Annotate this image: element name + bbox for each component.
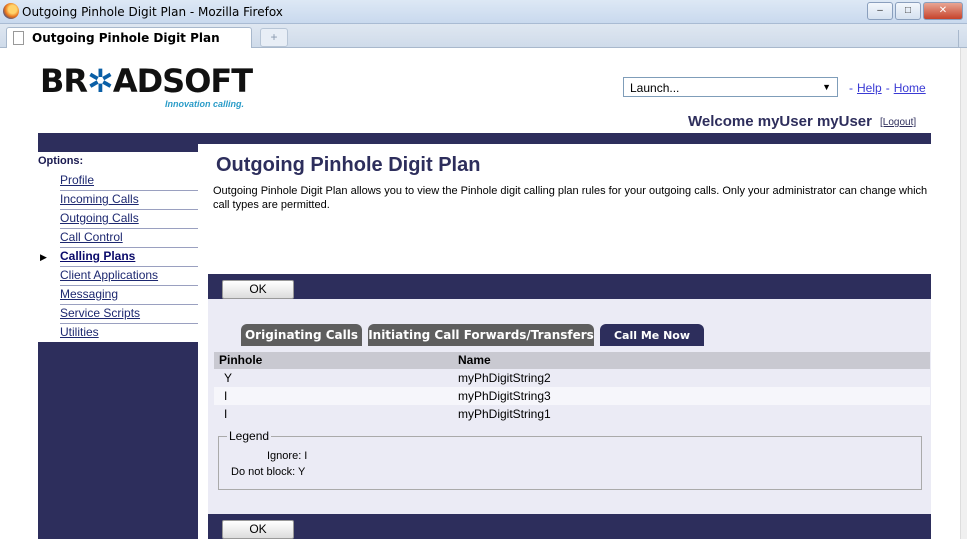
window-title: Outgoing Pinhole Digit Plan - Mozilla Fi…: [22, 5, 283, 19]
sidebar-item-service-scripts[interactable]: Service Scripts: [60, 305, 198, 324]
sidebar-item-client-applications[interactable]: Client Applications: [60, 267, 198, 286]
window-controls: – □ ✕: [867, 2, 963, 20]
logout-link[interactable]: [Logout]: [880, 117, 916, 128]
legend-ignore: Ignore: I: [267, 450, 308, 462]
row-name: myPhDigitString3: [458, 389, 551, 403]
broadsoft-logo: BR✲ADSOFT Innovation calling.: [40, 62, 253, 109]
tab-originating-calls[interactable]: Originating Calls: [241, 324, 362, 346]
browser-tab-title: Outgoing Pinhole Digit Plan: [32, 31, 220, 45]
sidebar-item-utilities[interactable]: Utilities: [60, 324, 198, 343]
bottom-ok-bar: OK: [208, 514, 931, 539]
window-titlebar: Outgoing Pinhole Digit Plan - Mozilla Fi…: [0, 0, 967, 24]
header-band: [38, 133, 931, 144]
page-description: Outgoing Pinhole Digit Plan allows you t…: [213, 185, 928, 211]
row-name: myPhDigitString1: [458, 407, 551, 421]
logo-text-left: BR: [40, 62, 88, 100]
top-links: - Help - Home: [845, 81, 926, 95]
close-button[interactable]: ✕: [923, 2, 963, 20]
row-name: myPhDigitString2: [458, 371, 551, 385]
page-viewport: BR✲ADSOFT Innovation calling. Launch... …: [0, 48, 960, 539]
column-header-pinhole: Pinhole: [219, 353, 263, 367]
ok-button-top[interactable]: OK: [222, 280, 294, 299]
chevron-down-icon[interactable]: ▼: [822, 82, 831, 92]
logo-star-icon: ✲: [87, 62, 114, 100]
sidebar-item-outgoing-calls[interactable]: Outgoing Calls: [60, 210, 198, 229]
home-link[interactable]: Home: [894, 81, 926, 95]
row-pinhole: I: [224, 407, 228, 421]
sidebar-item-profile[interactable]: Profile: [60, 172, 198, 191]
link-separator: -: [885, 81, 890, 95]
welcome-text: Welcome myUser myUser: [688, 113, 872, 130]
ok-button-bottom[interactable]: OK: [222, 520, 294, 539]
browser-tabbar: Outgoing Pinhole Digit Plan +: [0, 24, 967, 48]
row-pinhole: I: [224, 389, 228, 403]
active-bullet-icon: ▶: [40, 252, 47, 262]
sidebar-item-incoming-calls[interactable]: Incoming Calls: [60, 191, 198, 210]
tab-call-me-now-label: Call Me Now: [613, 329, 691, 342]
sidebar: Options: Profile Incoming Calls Outgoing…: [38, 144, 198, 539]
page-scrollbar[interactable]: [960, 48, 967, 539]
top-ok-bar: OK: [208, 274, 931, 302]
tab-initiating-call-forwards[interactable]: Initiating Call Forwards/Transfers: [368, 324, 594, 346]
table-row: I myPhDigitString1: [214, 405, 930, 423]
legend-do-not-block: Do not block: Y: [231, 466, 306, 478]
table-row: I myPhDigitString3: [214, 387, 930, 405]
options-title: Options:: [38, 155, 84, 167]
launch-select[interactable]: Launch... ▼: [623, 77, 838, 97]
sidebar-item-messaging[interactable]: Messaging: [60, 286, 198, 305]
logo-text-right: ADSOFT: [112, 62, 253, 100]
tab-scroll-edge: [958, 30, 964, 48]
column-header-name: Name: [458, 353, 491, 367]
table-row: Y myPhDigitString2: [214, 369, 930, 387]
pinhole-panel: Originating Calls Initiating Call Forwar…: [208, 299, 931, 514]
legend-box: Legend Ignore: I Do not block: Y: [218, 429, 922, 490]
help-link[interactable]: Help: [857, 81, 882, 95]
page-icon: [13, 31, 24, 45]
sidebar-item-call-control[interactable]: Call Control: [60, 229, 198, 248]
logo-tagline: Innovation calling.: [165, 99, 245, 109]
launch-select-value: Launch...: [630, 81, 680, 95]
legend-title: Legend: [227, 429, 272, 443]
options-menu: Options: Profile Incoming Calls Outgoing…: [38, 152, 198, 342]
maximize-button[interactable]: □: [895, 2, 921, 20]
page-title: Outgoing Pinhole Digit Plan: [216, 154, 481, 176]
sidebar-item-calling-plans[interactable]: Calling Plans: [60, 248, 198, 267]
link-separator: -: [849, 81, 853, 95]
browser-tab[interactable]: Outgoing Pinhole Digit Plan: [6, 27, 252, 48]
new-tab-button[interactable]: +: [260, 28, 288, 47]
firefox-icon: [3, 3, 19, 19]
row-pinhole: Y: [224, 371, 233, 385]
tab-call-me-now[interactable]: Call Me Now: [600, 324, 704, 346]
minimize-button[interactable]: –: [867, 2, 893, 20]
table-header: Pinhole Name: [214, 352, 930, 369]
